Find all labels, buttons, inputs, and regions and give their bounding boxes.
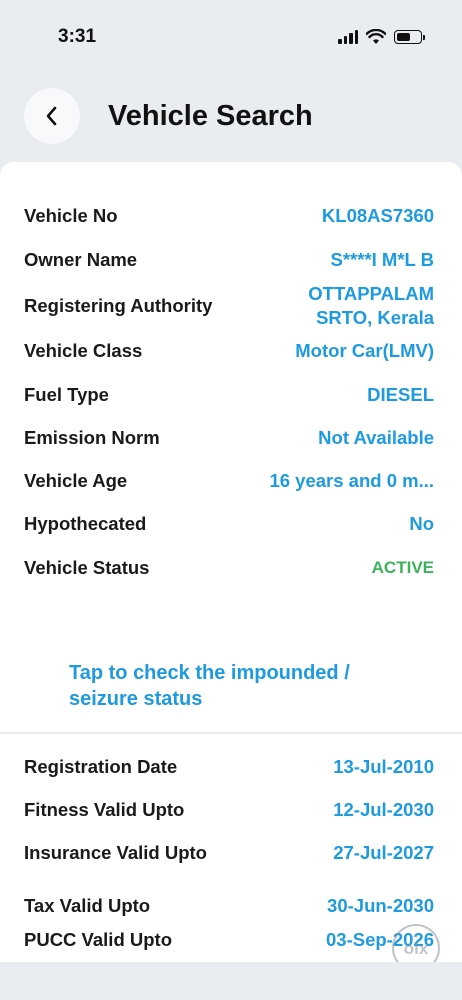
detail-label: Fuel Type — [24, 384, 109, 405]
chevron-left-icon — [46, 106, 57, 126]
validity-value: 30-Jun-2030 — [327, 895, 434, 916]
detail-row-registering-authority: Registering Authority OTTAPPALAM SRTO, K… — [24, 282, 434, 330]
detail-value: S****I M*L B — [330, 249, 435, 270]
battery-icon — [394, 30, 425, 44]
detail-label: Vehicle Class — [24, 340, 143, 361]
validity-label: Insurance Valid Upto — [24, 842, 207, 863]
detail-row-vehicle-no: Vehicle No KL08AS7360 — [24, 205, 434, 227]
validity-row-tax: Tax Valid Upto 30-Jun-2030 — [24, 895, 434, 917]
validity-value: 13-Jul-2010 — [333, 756, 434, 777]
detail-label: Vehicle No — [24, 205, 118, 226]
detail-row-fuel-type: Fuel Type DIESEL — [24, 384, 434, 406]
status-bar: 3:31 — [0, 0, 462, 70]
detail-row-hypothecated: Hypothecated No — [24, 513, 434, 535]
detail-value: 16 years and 0 m... — [269, 470, 434, 491]
impound-link-line: seizure status — [69, 688, 203, 710]
validity-row-insurance: Insurance Valid Upto 27-Jul-2027 — [24, 842, 434, 864]
wifi-icon — [366, 29, 386, 44]
validity-row-fitness: Fitness Valid Upto 12-Jul-2030 — [24, 799, 434, 821]
detail-row-owner-name: Owner Name S****I M*L B — [24, 249, 434, 271]
detail-label: Hypothecated — [24, 513, 147, 534]
detail-label: Registering Authority — [24, 295, 213, 316]
detail-row-emission-norm: Emission Norm Not Available — [24, 427, 434, 449]
detail-value-line: OTTAPPALAM — [308, 283, 434, 304]
detail-value: OTTAPPALAM SRTO, Kerala — [308, 282, 434, 330]
detail-value: Not Available — [318, 427, 434, 448]
cellular-signal-icon — [338, 30, 358, 44]
validity-row-registration-date: Registration Date 13-Jul-2010 — [24, 756, 434, 778]
detail-value-line: SRTO, Kerala — [316, 307, 434, 328]
validity-row-pucc: PUCC Valid Upto 03-Sep-2026 — [24, 929, 434, 951]
watermark-text: olx — [404, 939, 429, 958]
bottom-area — [0, 962, 462, 1000]
status-icons — [338, 29, 425, 45]
validity-value: 27-Jul-2027 — [333, 842, 434, 863]
impound-status-link[interactable]: Tap to check the impounded / seizure sta… — [69, 660, 409, 712]
validity-label: Registration Date — [24, 756, 178, 777]
header: Vehicle Search — [0, 88, 462, 148]
status-badge: ACTIVE — [371, 558, 434, 577]
detail-label: Vehicle Age — [24, 470, 128, 491]
detail-row-vehicle-age: Vehicle Age 16 years and 0 m... — [24, 470, 434, 492]
detail-value: DIESEL — [367, 384, 434, 405]
impound-link-line: Tap to check the impounded / — [69, 662, 350, 684]
validity-value: 12-Jul-2030 — [333, 799, 434, 820]
validity-label: Tax Valid Upto — [24, 895, 151, 916]
validity-label: Fitness Valid Upto — [24, 799, 185, 820]
detail-label: Emission Norm — [24, 427, 160, 448]
detail-value: No — [409, 513, 434, 534]
detail-label: Vehicle Status — [24, 557, 150, 578]
page-title: Vehicle Search — [108, 100, 313, 132]
validity-label: PUCC Valid Upto — [24, 929, 173, 950]
detail-row-vehicle-class: Vehicle Class Motor Car(LMV) — [24, 340, 434, 362]
status-time: 3:31 — [58, 26, 97, 47]
detail-value: Motor Car(LMV) — [295, 340, 434, 361]
detail-value: KL08AS7360 — [321, 205, 434, 226]
detail-label: Owner Name — [24, 249, 138, 270]
detail-row-vehicle-status: Vehicle Status ACTIVE — [24, 557, 434, 579]
back-button[interactable] — [24, 88, 80, 144]
